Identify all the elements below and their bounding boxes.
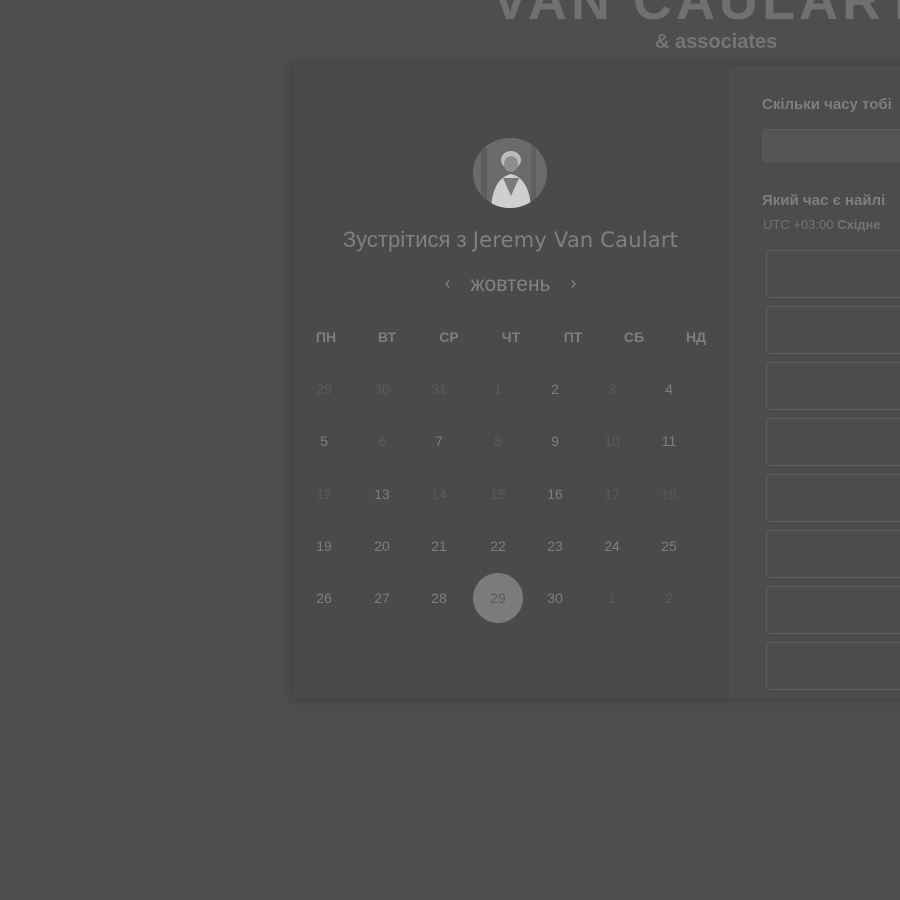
calendar-day[interactable]: 25 <box>644 521 694 571</box>
calendar-grid: 29 30 31 1 2 3 4 5 6 7 8 9 10 11 12 13 14 15 16 17 18 19 20 21 2… <box>293 65 728 698</box>
time-slot-button[interactable] <box>766 474 900 522</box>
calendar-day[interactable]: 2 <box>530 364 580 414</box>
calendar-day[interactable]: 23 <box>530 521 580 571</box>
calendar-day: 30 <box>374 381 390 397</box>
calendar-day[interactable]: 19 <box>299 521 349 571</box>
time-slot-button[interactable] <box>766 306 900 354</box>
calendar-day: 3 <box>608 381 616 397</box>
brand-logo-subtitle: & associates <box>655 31 778 53</box>
calendar-day: 15 <box>490 486 506 502</box>
timezone-offset: UTC +03:00 <box>763 217 834 232</box>
calendar-day[interactable]: 11 <box>644 416 694 466</box>
calendar-day[interactable]: 21 <box>414 521 464 571</box>
best-time-question: Який час є найлі <box>762 192 886 209</box>
booking-card: Зустрітися з Jeremy Van Caulart ‹ жовтен… <box>293 65 900 698</box>
calendar-day[interactable]: 5 <box>299 416 349 466</box>
calendar-day[interactable]: 27 <box>357 573 407 623</box>
time-slot-button[interactable] <box>766 530 900 578</box>
time-slot-button[interactable] <box>766 418 900 466</box>
calendar-day: 12 <box>316 486 332 502</box>
calendar-day[interactable]: 30 <box>530 573 580 623</box>
calendar-day: 18 <box>661 486 677 502</box>
calendar-day: 29 <box>316 381 332 397</box>
duration-question: Скільки часу тобі <box>762 96 892 113</box>
calendar-pane: Зустрітися з Jeremy Van Caulart ‹ жовтен… <box>293 65 728 698</box>
time-slot-button[interactable] <box>766 586 900 634</box>
timezone-label[interactable]: UTC +03:00 Східне <box>763 217 881 232</box>
calendar-day[interactable]: 26 <box>299 573 349 623</box>
duration-select[interactable] <box>762 129 900 162</box>
calendar-day: 10 <box>604 433 620 449</box>
calendar-day: 31 <box>431 381 447 397</box>
calendar-day[interactable]: 22 <box>473 521 523 571</box>
calendar-day: 8 <box>494 433 502 449</box>
calendar-day: 1 <box>608 590 616 606</box>
time-slot-button[interactable] <box>766 642 900 690</box>
calendar-day[interactable]: 4 <box>644 364 694 414</box>
calendar-day[interactable]: 7 <box>414 416 464 466</box>
time-slot-button[interactable] <box>766 250 900 298</box>
calendar-day[interactable]: 16 <box>530 469 580 519</box>
calendar-day[interactable]: 13 <box>357 469 407 519</box>
time-selection-pane: Скільки часу тобі Який час є найлі UTC +… <box>728 65 900 698</box>
calendar-day: 2 <box>665 590 673 606</box>
calendar-day: 14 <box>431 486 447 502</box>
calendar-day: 6 <box>378 433 386 449</box>
calendar-day[interactable]: 9 <box>530 416 580 466</box>
brand-logo-title: VAN CAULART <box>492 0 900 31</box>
calendar-day: 17 <box>604 486 620 502</box>
calendar-day: 1 <box>494 381 502 397</box>
calendar-day-selected[interactable]: 29 <box>473 573 523 623</box>
calendar-day[interactable]: 24 <box>587 521 637 571</box>
timezone-name: Східне <box>837 217 881 232</box>
booking-page: VAN CAULART & associates Зустрітися з Je… <box>0 0 900 900</box>
calendar-day[interactable]: 20 <box>357 521 407 571</box>
calendar-day[interactable]: 28 <box>414 573 464 623</box>
time-slot-button[interactable] <box>766 362 900 410</box>
